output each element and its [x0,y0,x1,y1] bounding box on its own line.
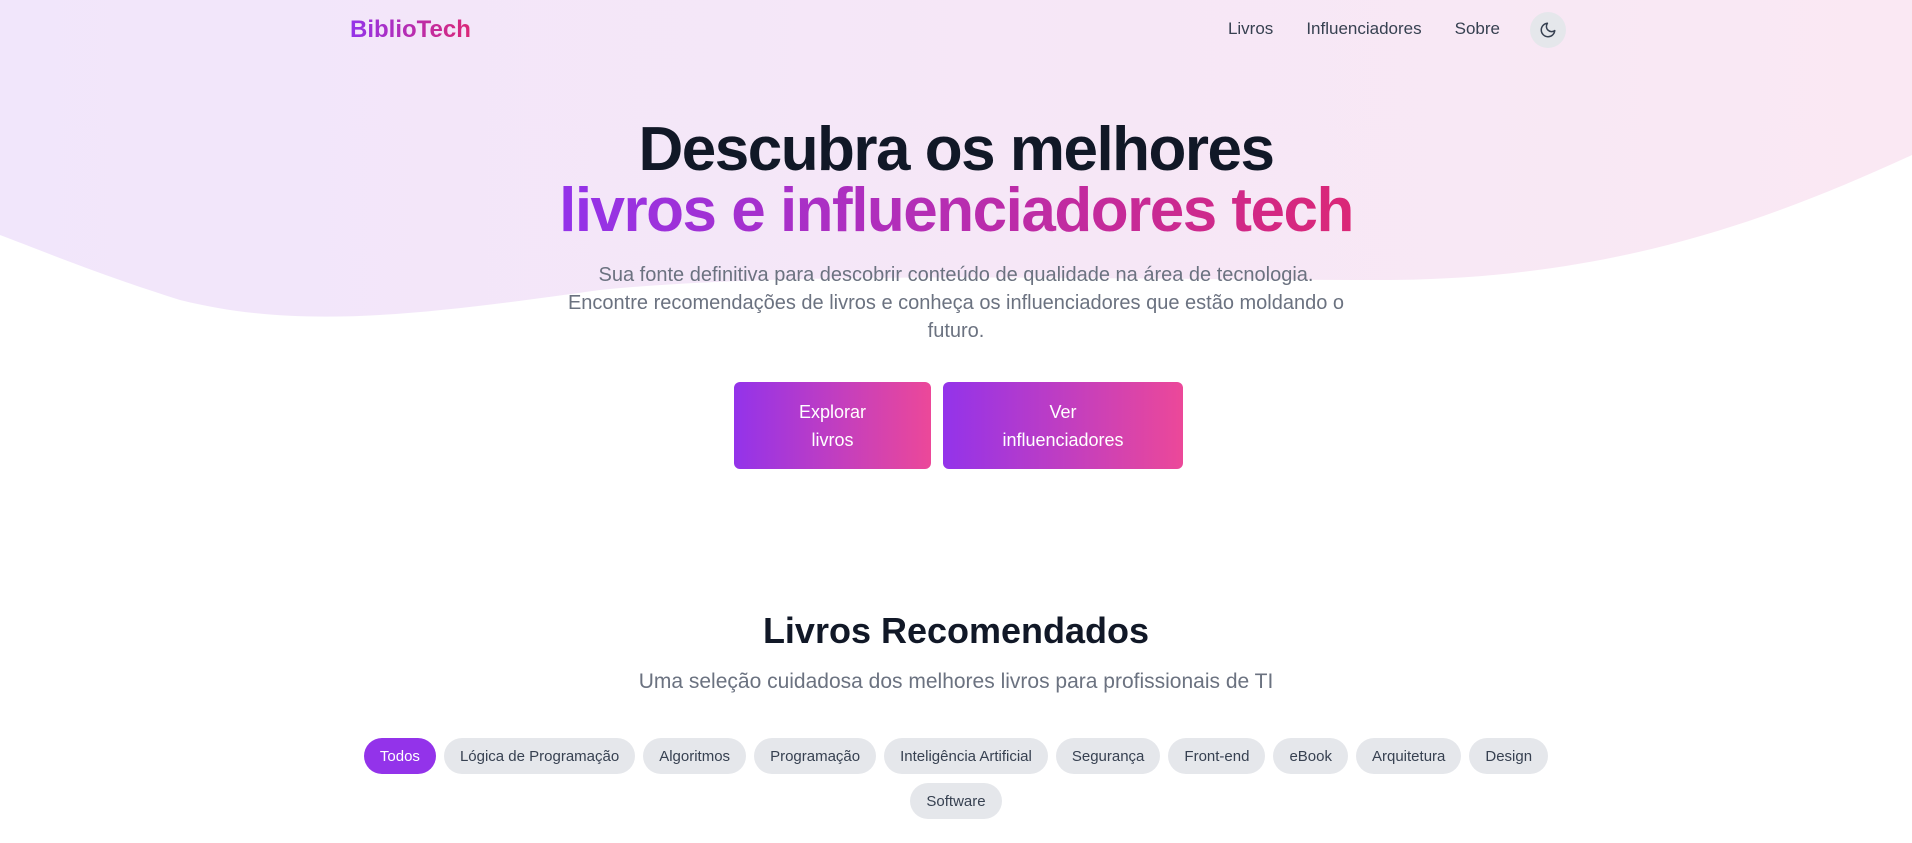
hero-title-accent: livros e influenciadores tech [559,176,1354,245]
brand-logo[interactable]: BiblioTech [350,16,471,44]
view-influencers-button[interactable]: Ver influenciadores [943,382,1183,469]
hero-subtitle: Sua fonte definitiva para descobrir cont… [567,264,1345,342]
nav-link-livros[interactable]: Livros [1228,19,1273,39]
nav-link-influenciadores[interactable]: Influenciadores [1306,19,1421,39]
filter-chip-inteligencia-artificial[interactable]: Inteligência Artificial [884,738,1048,774]
filter-chip-design[interactable]: Design [1469,738,1549,774]
hero-buttons: Explorar livros Ver influenciadores [734,382,1183,469]
nav-link-sobre[interactable]: Sobre [1455,19,1500,39]
books-section-subtitle: Uma seleção cuidadosa dos melhores livro… [638,670,1274,693]
filter-chip-software[interactable]: Software [910,783,1002,819]
explore-books-button[interactable]: Explorar livros [734,382,931,469]
books-section-title: Livros Recomendados [762,610,1150,651]
filter-chip-programacao[interactable]: Programação [754,738,877,774]
navbar: BiblioTech Livros Influenciadores Sobre [0,0,1912,60]
filter-chip-algoritmos[interactable]: Algoritmos [643,738,747,774]
filter-chip-ebook[interactable]: eBook [1273,738,1348,774]
moon-icon [1540,22,1556,38]
filter-chip-todos[interactable]: Todos [363,738,436,774]
filter-chip-arquitetura[interactable]: Arquitetura [1356,738,1462,774]
hero-title: Descubra os melhores [638,115,1275,184]
theme-toggle-button[interactable] [1530,12,1566,48]
filter-chip-front-end[interactable]: Front-end [1168,738,1266,774]
category-filters: Todos Lógica de Programação Algoritmos P… [350,738,1562,819]
filter-chip-logica-de-programacao[interactable]: Lógica de Programação [443,738,636,774]
filter-chip-seguranca[interactable]: Segurança [1055,738,1161,774]
hero-section: Descubra os melhores livros e influencia… [0,115,1912,345]
nav-links: Livros Influenciadores Sobre [1228,19,1500,39]
